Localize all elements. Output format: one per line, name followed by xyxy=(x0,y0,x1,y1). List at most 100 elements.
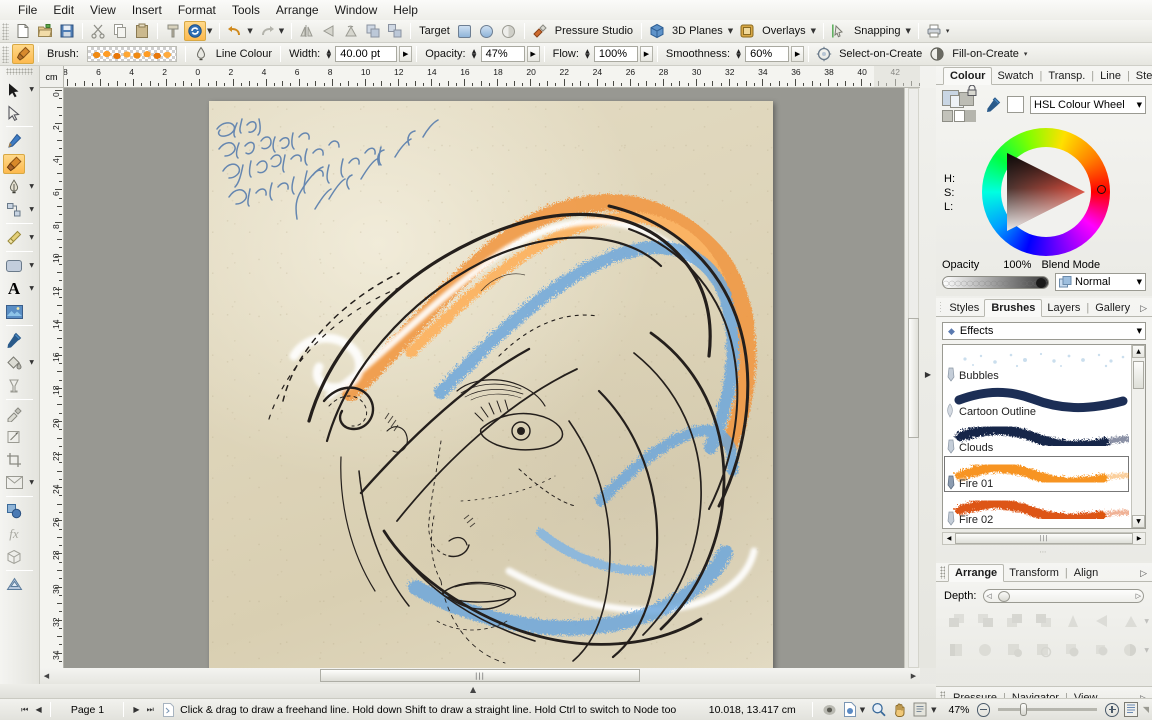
rotate-caret[interactable]: ▼ xyxy=(1144,618,1149,625)
brush-list-item[interactable]: Bubbles xyxy=(944,348,1129,384)
undo-button[interactable] xyxy=(224,21,246,41)
brush-eraser-tool[interactable] xyxy=(3,404,25,424)
line-colour-label[interactable]: Line Colour xyxy=(212,48,276,60)
tab-stencils[interactable]: Stencils xyxy=(1131,68,1152,84)
horizontal-ruler[interactable]: 8642024681012141618202224262830323436384… xyxy=(64,66,920,88)
zoom-slider[interactable] xyxy=(998,708,1097,711)
bring-to-front-icon[interactable] xyxy=(944,610,971,632)
white-swatch[interactable] xyxy=(954,110,965,122)
flow-spinner[interactable]: ▲▼ xyxy=(583,49,592,59)
brush-list-item[interactable]: Clouds xyxy=(944,420,1129,456)
ungroup-button[interactable] xyxy=(384,21,406,41)
brush-list-scrollbar[interactable]: ▲ ▼ xyxy=(1131,345,1145,528)
transparency-tool[interactable] xyxy=(3,376,25,396)
vertical-scrollbar[interactable]: ▶ xyxy=(904,88,936,668)
pressure-studio-label[interactable]: Pressure Studio xyxy=(551,25,637,37)
document-page[interactable] xyxy=(209,101,773,668)
width-spinner[interactable]: ▲▼ xyxy=(324,49,333,59)
refresh-dropdown-caret[interactable]: ▼ xyxy=(206,27,215,35)
brush-list-item[interactable]: Fire 02 xyxy=(944,492,1129,527)
panel-collapse-arrow[interactable]: ▶ xyxy=(923,370,933,384)
snapping-icon[interactable] xyxy=(828,21,850,41)
line-colour-icon[interactable] xyxy=(190,44,212,64)
printer-icon[interactable] xyxy=(923,21,945,41)
menu-insert[interactable]: Insert xyxy=(124,1,170,19)
connector-tool[interactable] xyxy=(3,200,25,220)
fill-tool[interactable] xyxy=(3,228,25,248)
opacity-input[interactable]: 47% xyxy=(481,46,525,62)
brush-hscroll-left[interactable]: ◀ xyxy=(943,535,955,542)
flow-dropdown-button[interactable]: ▶ xyxy=(640,46,653,62)
rotate-button[interactable] xyxy=(340,21,362,41)
depth-slider[interactable]: ◁ ▷ xyxy=(983,589,1144,603)
3d-planes-icon[interactable] xyxy=(646,21,668,41)
overlays-label[interactable]: Overlays xyxy=(758,25,809,37)
brush-scroll-down-button[interactable]: ▼ xyxy=(1132,515,1145,528)
format-painter-button[interactable] xyxy=(162,21,184,41)
tab-line[interactable]: Line xyxy=(1095,68,1126,84)
redo-dropdown-caret[interactable]: ▼ xyxy=(278,27,287,35)
colour-wheel-marker[interactable] xyxy=(1097,185,1106,194)
pan-hand-icon[interactable] xyxy=(892,702,907,717)
node-tool[interactable] xyxy=(3,103,25,123)
tab-swatch[interactable]: Swatch xyxy=(992,68,1038,84)
page-label[interactable]: Page 1 xyxy=(56,704,118,716)
pressure-studio-icon[interactable] xyxy=(529,21,551,41)
fill-bucket-tool[interactable] xyxy=(3,353,25,373)
fill-tool-caret[interactable]: ▼ xyxy=(29,234,34,241)
group-button[interactable] xyxy=(362,21,384,41)
eyedropper-icon[interactable] xyxy=(986,97,1001,112)
blend-tool[interactable] xyxy=(3,501,25,521)
align-right-icon[interactable] xyxy=(1002,639,1029,661)
brush-list-hscrollbar[interactable]: ◀ ||| ▶ xyxy=(942,532,1146,545)
open-button[interactable] xyxy=(34,21,56,41)
save-button[interactable] xyxy=(56,21,78,41)
padlock-icon[interactable] xyxy=(967,85,977,96)
solid-view-icon[interactable] xyxy=(822,703,837,717)
send-backward-icon[interactable] xyxy=(1002,610,1029,632)
pointer-tool-caret[interactable]: ▼ xyxy=(29,86,34,93)
overlays-caret[interactable]: ▼ xyxy=(810,27,819,35)
shape-tool[interactable] xyxy=(3,256,25,276)
align-center-icon[interactable] xyxy=(973,639,1000,661)
hscroll-thumb[interactable]: ||| xyxy=(320,669,640,682)
new-document-button[interactable] xyxy=(12,21,34,41)
current-colour-swatch[interactable] xyxy=(1007,96,1024,113)
fill-on-create-icon[interactable] xyxy=(926,44,948,64)
space-caret[interactable]: ▼ xyxy=(1144,647,1149,654)
flip-horizontal-icon[interactable] xyxy=(1059,610,1086,632)
ruler-unit-label[interactable]: cm xyxy=(40,66,64,88)
menu-edit[interactable]: Edit xyxy=(45,1,82,19)
brushes-panel-grip[interactable] xyxy=(940,301,941,314)
tab-align[interactable]: Align xyxy=(1069,565,1103,581)
none-swatch[interactable] xyxy=(942,110,953,122)
extrude-tool[interactable] xyxy=(3,547,25,567)
3d-planes-label[interactable]: 3D Planes xyxy=(668,25,727,37)
align-middle-icon[interactable] xyxy=(1059,639,1086,661)
hscroll-right-arrow[interactable]: ▶ xyxy=(907,669,920,682)
crop-tool[interactable] xyxy=(3,450,25,470)
picture-tool[interactable] xyxy=(3,302,25,322)
pencil-tool[interactable] xyxy=(3,131,25,151)
space-evenly-icon[interactable]: ▼ xyxy=(1117,639,1144,661)
width-input[interactable]: 40.00 pt xyxy=(335,46,397,62)
target-pie-button[interactable] xyxy=(498,21,520,41)
smoothness-spinner[interactable]: ▲▼ xyxy=(734,49,743,59)
brush-toolbar-grip[interactable] xyxy=(2,46,9,63)
depth-increase-icon[interactable]: ▷ xyxy=(1136,592,1141,600)
toolbar-overflow-caret[interactable]: ▾ xyxy=(945,27,953,35)
brush-list-item-selected[interactable]: Fire 01 xyxy=(944,456,1129,492)
pen-tool-caret[interactable]: ▼ xyxy=(29,183,34,190)
opacity-spinner[interactable]: ▲▼ xyxy=(470,49,479,59)
fit-page-icon[interactable] xyxy=(1124,702,1138,717)
hsl-colour-wheel[interactable] xyxy=(982,128,1110,256)
brush-preview-swatch[interactable] xyxy=(87,46,177,62)
pen-tool[interactable] xyxy=(3,177,25,197)
zoom-tool-icon[interactable] xyxy=(871,702,886,717)
opacity-slider-knob[interactable] xyxy=(1036,278,1046,288)
fill-on-create-label[interactable]: Fill-on-Create xyxy=(948,48,1023,60)
page-view-caret[interactable]: ▼ xyxy=(859,706,868,714)
pointer-tool[interactable] xyxy=(3,80,25,100)
brush-category-dropdown[interactable]: ◆ Effects ▼ xyxy=(942,322,1146,340)
refresh-button[interactable] xyxy=(184,21,206,41)
